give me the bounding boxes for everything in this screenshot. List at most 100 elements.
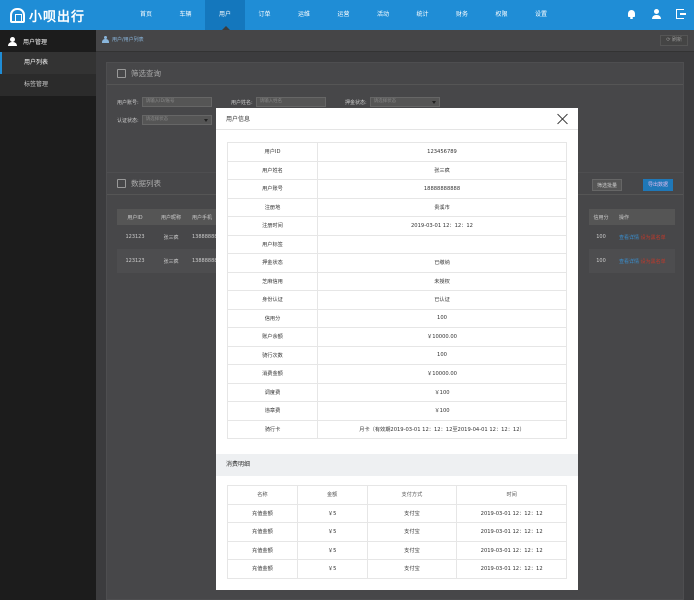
table-cell: 充值金额 [227,559,298,579]
modal-header: 用户信息 [216,108,578,130]
table-cell: ￥5 [296,503,368,523]
main-nav: 首页 车辆 用户 订单 运维 运营 活动 统计 财务 权限 设置 [126,0,561,30]
table-cell: 张三疯 [163,234,179,241]
info-key: 注册时间 [227,216,318,236]
refresh-label: 刷新 [671,37,682,43]
info-row: 消费金额 ￥10000.00 [227,364,567,384]
info-row: 用户姓名 张三疯 [227,160,567,180]
refresh-button[interactable]: ⟳ 刷新 [660,35,688,46]
close-icon[interactable] [556,113,568,125]
info-row: 调度费 ￥100 [227,382,567,402]
table-row: 充值金额 ￥5 支付宝 2019-03-01 12：12：12 [227,522,567,542]
nav-item[interactable]: 设置 [521,0,561,30]
account-input[interactable]: 请输入ID/账号 [141,97,212,107]
breadcrumb-bar: 用户/用户列表 ⟳ 刷新 [96,30,694,52]
data-table-right: 信用分 操作 100 查看详情 设为黑名单 100 查看详情 设为黑名单 [589,209,675,273]
app-logo[interactable]: 小呗出行 [10,6,85,25]
table-cell: 张三疯 [163,258,179,265]
info-key: 账户余额 [227,327,318,347]
table-cell: 2019-03-01 12：12：12 [456,522,567,542]
notification-bell-icon[interactable] [626,9,637,20]
nav-item[interactable]: 运营 [324,0,364,30]
nav-item[interactable]: 车辆 [166,0,206,30]
sidebar-item-user-list[interactable]: 用户列表 [0,52,96,74]
top-navigation-bar: 小呗出行 首页 车辆 用户 订单 运维 运营 活动 统计 财务 权限 设置 [0,0,694,30]
data-table-left: 用户ID 用户昵称 用户手机 123123 张三疯 13888888 12312… [117,209,221,273]
table-cell: 2019-03-01 12：12：12 [456,540,567,560]
nav-item[interactable]: 运维 [284,0,324,30]
nav-item[interactable]: 统计 [403,0,443,30]
table-cell: 2019-03-01 12：12：12 [456,559,567,579]
nav-item[interactable]: 订单 [245,0,285,30]
sidebar-header[interactable]: 用户管理 [0,30,96,52]
table-row: 充值金额 ￥5 支付宝 2019-03-01 12：12：12 [227,540,567,560]
data-list-title: 数据列表 [131,179,161,188]
account-label: 用户账号: [117,99,139,106]
table-cell: 100 [596,234,606,240]
info-key: 用户ID [227,142,318,162]
info-row: 用户ID 123456789 [227,142,567,162]
auth-status-select[interactable]: 请选择状态 [141,115,212,125]
info-value: 张三疯 [317,160,567,180]
column-header: 用户昵称 [160,214,181,221]
table-cell: 100 [596,258,606,264]
info-key: 身份认证 [227,290,318,310]
info-key: 违章费 [227,401,318,421]
info-row: 账户余额 ￥10000.00 [227,327,567,347]
batch-filter-button[interactable]: 筛选批量 [592,179,623,191]
blacklist-link[interactable]: 设为黑名单 [641,235,666,241]
info-row: 用户账号 18888888888 [227,179,567,199]
table-cell: ￥5 [296,540,368,560]
table-cell: 支付宝 [366,540,458,560]
info-value: ￥10000.00 [317,364,567,384]
info-value: 18888888888 [317,179,567,199]
breadcrumb-text[interactable]: 用户/用户列表 [112,36,144,43]
info-value: 2019-03-01 12：12：12 [317,216,567,236]
column-header: 名称 [227,485,298,505]
info-row: 信用分 100 [227,308,567,328]
info-key: 用户标签 [227,234,318,254]
info-key: 注册地 [227,197,318,217]
user-profile-icon[interactable] [651,9,662,20]
table-row: 充值金额 ￥5 支付宝 2019-03-01 12：12：12 [227,559,567,579]
info-value: ￥100 [317,401,567,421]
deposit-status-select[interactable]: 请选择状态 [369,97,440,107]
auth-status-label: 认证状态: [117,117,139,124]
info-row: 身份认证 已认证 [227,290,567,310]
breadcrumb: 用户/用户列表 [102,36,144,43]
nav-item[interactable]: 权限 [482,0,522,30]
user-icon [8,36,17,46]
info-row: 用户标签 [227,234,567,254]
info-key: 芝麻信用 [227,271,318,291]
logout-icon[interactable] [676,9,686,19]
nav-item[interactable]: 首页 [126,0,166,30]
info-row: 注册时间 2019-03-01 12：12：12 [227,216,567,236]
column-header: 金额 [296,485,368,505]
table-cell: 支付宝 [366,503,458,523]
table-cell: 123123 [125,258,145,264]
name-input[interactable]: 请输入姓名 [255,97,326,107]
export-data-button[interactable]: 导出数据 [643,179,674,191]
consumption-title: 消费明细 [226,461,251,468]
view-details-link[interactable]: 查看详情 [619,259,639,265]
user-info-modal: 用户信息 用户ID 123456789 用户姓名 张三疯 用户账号 18888888888… [216,108,578,590]
info-value: 未授权 [317,271,567,291]
view-details-link[interactable]: 查看详情 [619,235,639,241]
sidebar-item-tag-management[interactable]: 标签管理 [0,74,96,96]
filter-title: 筛选查询 [131,69,161,78]
sidebar-header-label: 用户管理 [23,38,48,46]
info-row: 违章费 ￥100 [227,401,567,421]
info-value: ￥100 [317,382,567,402]
user-info-table: 用户ID 123456789 用户姓名 张三疯 用户账号 18888888888 注册地 贵溪… [227,142,567,439]
nav-item[interactable]: 活动 [363,0,403,30]
column-header: 操作 [619,214,630,221]
table-cell: 充值金额 [227,540,298,560]
table-cell: ￥5 [296,559,368,579]
column-header: 支付方式 [366,485,458,505]
blacklist-link[interactable]: 设为黑名单 [641,259,666,265]
nav-item[interactable]: 财务 [442,0,482,30]
deposit-status-label: 押金状态: [345,99,367,106]
nav-item[interactable]: 用户 [205,0,245,30]
user-icon [102,36,109,43]
info-value: 已缴纳 [317,253,567,273]
